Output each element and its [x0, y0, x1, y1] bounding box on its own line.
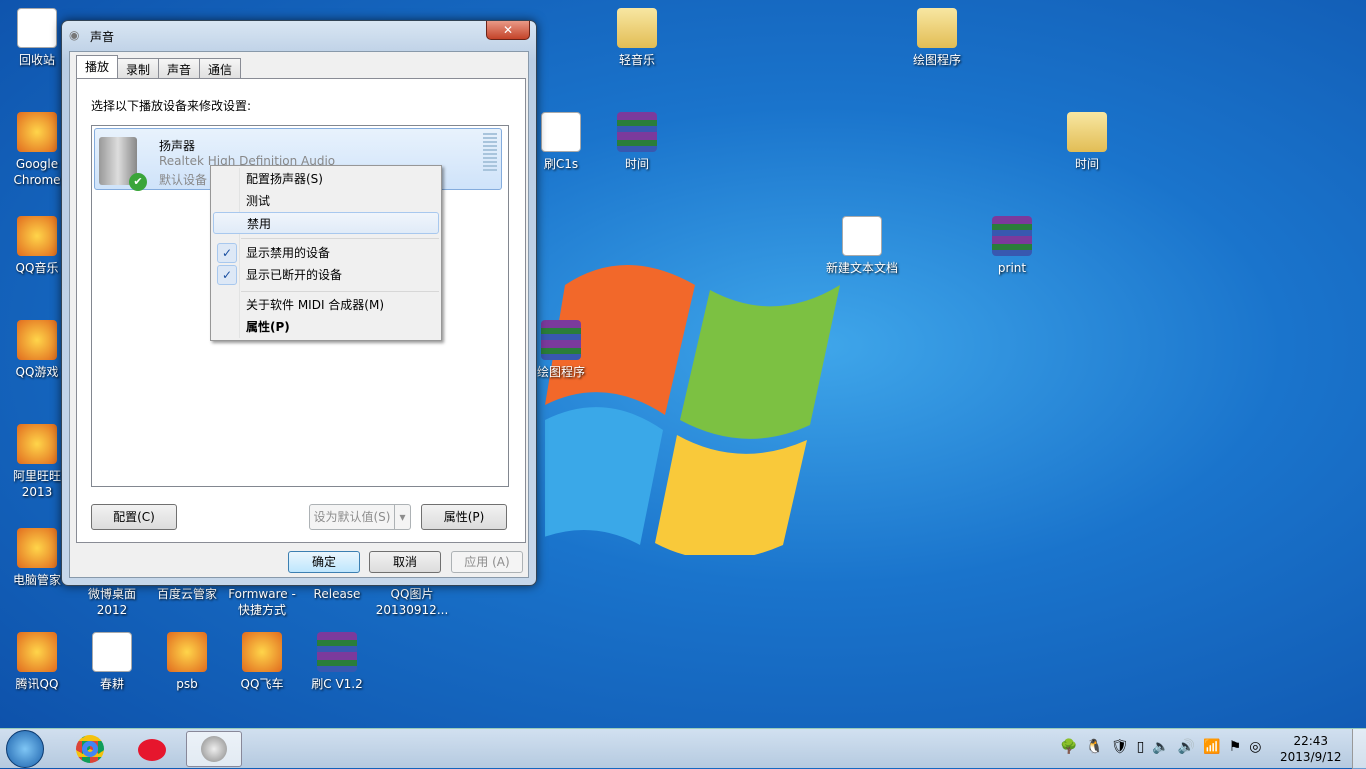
tab-playback[interactable]: 播放 — [76, 55, 119, 78]
time: 22:43 — [1293, 734, 1329, 748]
show-desktop-button[interactable] — [1352, 729, 1366, 769]
checkmark-icon: ✓ — [217, 265, 237, 285]
rar-icon — [541, 320, 581, 360]
app-icon — [17, 528, 57, 568]
tab-recording[interactable]: 录制 — [117, 58, 160, 78]
rar-icon — [617, 112, 657, 152]
clock[interactable]: 22:43 2013/9/12 — [1280, 733, 1342, 765]
desktop-icon[interactable]: 春耕 — [75, 632, 149, 692]
folder-icon — [617, 8, 657, 48]
cancel-button[interactable]: 取消 — [369, 551, 441, 573]
desktop-icon-label: QQ飞车 — [240, 677, 284, 691]
app-icon — [17, 320, 57, 360]
tab-sounds[interactable]: 声音 — [158, 58, 201, 78]
desktop-icon-label: 轻音乐 — [618, 53, 655, 67]
desktop-icon-label[interactable]: Formware - 快捷方式 — [225, 586, 299, 618]
menu-item-show-disabled[interactable]: ✓ 显示禁用的设备 — [213, 242, 439, 264]
rar-icon — [317, 632, 357, 672]
configure-button[interactable]: 配置(C) — [91, 504, 177, 530]
taskbar-chrome[interactable] — [62, 731, 118, 767]
desktop-icon-label: 春耕 — [99, 677, 124, 691]
weibo-icon — [138, 739, 166, 761]
dialog-title: 声音 — [90, 30, 115, 44]
desktop-icon[interactable]: print — [975, 216, 1049, 276]
instruction-label: 选择以下播放设备来修改设置: — [91, 99, 252, 113]
level-meter — [483, 133, 497, 173]
menu-item-test[interactable]: 测试 — [213, 190, 439, 212]
taskbar: 🌳 🐧 🛡 ▯ 🔈 🔊 📶 ⚑ ◎ 22:43 2013/9/12 — [0, 728, 1366, 769]
desktop-icon-label: 腾讯QQ — [15, 677, 59, 691]
tab-communications[interactable]: 通信 — [199, 58, 242, 78]
app-icon — [167, 632, 207, 672]
desktop-icon-label: psb — [176, 677, 198, 691]
menu-item-properties[interactable]: 属性(P) — [213, 316, 439, 338]
set-default-button[interactable]: 设为默认值(S) — [309, 504, 395, 530]
date: 2013/9/12 — [1280, 750, 1342, 764]
menu-item-disable[interactable]: 禁用 — [213, 212, 439, 234]
folder-icon — [1067, 112, 1107, 152]
menu-item-show-disconnected[interactable]: ✓ 显示已断开的设备 — [213, 264, 439, 286]
flag-icon[interactable]: ⚑ — [1229, 739, 1242, 755]
properties-button[interactable]: 属性(P) — [421, 504, 507, 530]
start-button[interactable] — [6, 730, 44, 768]
speaker-icon — [201, 736, 227, 762]
app-icon — [17, 112, 57, 152]
device-name: 扬声器 — [159, 139, 196, 153]
menu-item-configure-speakers[interactable]: 配置扬声器(S) — [213, 168, 439, 190]
speaker-icon[interactable]: 🔊 — [1178, 739, 1195, 755]
desktop-icon[interactable]: 时间 — [1050, 112, 1124, 172]
context-menu: 配置扬声器(S) 测试 禁用 ✓ 显示禁用的设备 ✓ 显示已断开的设备 关于软件 M… — [210, 165, 442, 341]
device-status: 默认设备 — [159, 173, 208, 187]
menu-item-label: 显示已断开的设备 — [246, 268, 343, 282]
sound-icon: ◉ — [69, 28, 80, 42]
desktop-icon-label[interactable]: 微博桌面 2012 — [75, 586, 149, 618]
desktop-icon[interactable]: 轻音乐 — [600, 8, 674, 68]
desktop-icon-label[interactable]: 百度云管家 — [150, 586, 224, 602]
doc-icon — [92, 632, 132, 672]
desktop-icon[interactable]: psb — [150, 632, 224, 692]
folder-icon — [917, 8, 957, 48]
desktop-icon[interactable]: 腾讯QQ — [0, 632, 74, 692]
app-icon — [17, 424, 57, 464]
desktop-icon-label: 时间 — [624, 157, 649, 171]
desktop-icon-label[interactable]: Release — [300, 586, 374, 602]
desktop-icon-label[interactable]: QQ图片 20130912... — [375, 586, 449, 618]
desktop-icon-label: print — [997, 261, 1027, 275]
taskbar-sound[interactable] — [186, 731, 242, 767]
battery-icon[interactable]: ▯ — [1137, 739, 1145, 755]
network-icon[interactable]: ◎ — [1249, 739, 1261, 755]
signal-icon[interactable]: 📶 — [1203, 739, 1220, 755]
windows-logo-wallpaper — [545, 265, 840, 555]
qq-icon[interactable]: 🐧 — [1085, 739, 1102, 755]
desktop-icon-label: 新建文本文档 — [825, 261, 898, 275]
app-icon — [17, 632, 57, 672]
doc-icon — [842, 216, 882, 256]
doc-icon — [541, 112, 581, 152]
default-check-icon: ✔ — [129, 173, 147, 191]
desktop-icon[interactable]: 时间 — [600, 112, 674, 172]
volume-icon[interactable]: 🔈 — [1152, 739, 1169, 755]
desktop-icon-label: 时间 — [1074, 157, 1099, 171]
menu-item-label: 显示禁用的设备 — [246, 246, 331, 260]
chrome-icon — [76, 735, 104, 763]
ok-button[interactable]: 确定 — [288, 551, 360, 573]
app-icon — [17, 216, 57, 256]
app-icon — [242, 632, 282, 672]
taskbar-weibo[interactable] — [124, 731, 180, 767]
close-button[interactable]: ✕ — [486, 21, 530, 40]
set-default-dropdown-icon[interactable]: ▾ — [394, 504, 411, 530]
tree-icon[interactable]: 🌳 — [1060, 739, 1077, 755]
apply-button[interactable]: 应用 (A) — [451, 551, 523, 573]
rar-icon — [992, 216, 1032, 256]
menu-item-about-midi[interactable]: 关于软件 MIDI 合成器(M) — [213, 294, 439, 316]
shield-icon[interactable]: 🛡 — [1111, 739, 1129, 755]
desktop-icon-label: 刷C V1.2 — [311, 677, 363, 691]
doc-icon — [17, 8, 57, 48]
desktop-icon[interactable]: 新建文本文档 — [825, 216, 899, 276]
desktop-icon[interactable]: 绘图程序 — [900, 8, 974, 68]
desktop-icon[interactable]: QQ飞车 — [225, 632, 299, 692]
desktop-icon[interactable]: 刷C V1.2 — [300, 632, 374, 692]
desktop-icon-label: 绘图程序 — [912, 53, 961, 67]
checkmark-icon: ✓ — [217, 243, 237, 263]
